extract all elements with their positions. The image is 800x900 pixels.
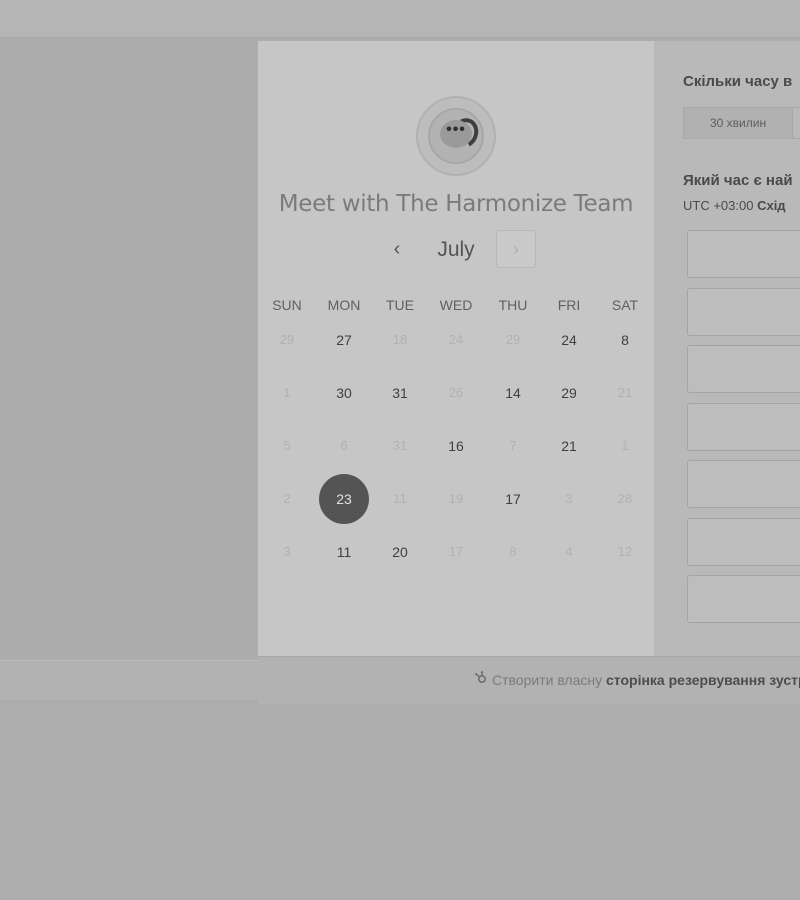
time-slot-button[interactable] bbox=[687, 345, 800, 393]
calendar-day-disabled: 28 bbox=[617, 491, 633, 506]
weekday-thu: THU bbox=[498, 297, 528, 313]
calendar-day-disabled: 5 bbox=[283, 438, 291, 453]
calendar-day-disabled: 6 bbox=[340, 438, 348, 453]
calendar-day-disabled: 29 bbox=[505, 332, 521, 347]
calendar-day-available[interactable]: 14 bbox=[485, 368, 541, 418]
time-slot-button[interactable] bbox=[687, 575, 800, 623]
calendar-day-disabled: 1 bbox=[621, 438, 629, 453]
calendar-day-disabled: 1 bbox=[283, 385, 291, 400]
calendar-day-disabled: 8 bbox=[509, 544, 517, 559]
time-slot-button[interactable] bbox=[687, 517, 800, 566]
prev-month-button[interactable]: ‹ bbox=[384, 229, 410, 269]
background-panel bbox=[0, 40, 258, 660]
weekday-tue: TUE bbox=[386, 297, 414, 313]
calendar-day-available[interactable]: 30 bbox=[316, 368, 372, 418]
duration-question: Скільки часу в bbox=[683, 73, 793, 90]
time-slot-button[interactable] bbox=[687, 287, 800, 336]
chat-bubble-icon: ••• bbox=[440, 120, 472, 148]
time-slot-button[interactable] bbox=[687, 230, 800, 278]
weekday-sun: SUN bbox=[272, 297, 302, 313]
calendar-day-available[interactable]: 11 bbox=[316, 527, 372, 577]
footer-prefix: Створити власну bbox=[492, 672, 603, 688]
weekday-mon: MON bbox=[327, 297, 361, 313]
sprocket-icon bbox=[474, 671, 488, 688]
timezone-label[interactable]: UTC +03:00 Схід bbox=[683, 198, 786, 213]
meeting-title: Meet with The Harmonize Team bbox=[278, 191, 634, 217]
timezone-offset: UTC +03:00 bbox=[683, 198, 754, 213]
calendar-day-disabled: 26 bbox=[448, 385, 464, 400]
calendar-day-disabled: 18 bbox=[392, 332, 408, 347]
weekday-wed: WED bbox=[439, 297, 473, 313]
calendar-day-available[interactable]: 17 bbox=[485, 474, 541, 524]
calendar-day-available[interactable]: 8 bbox=[597, 315, 653, 365]
time-slot-button[interactable] bbox=[687, 402, 800, 451]
calendar-day-available[interactable]: 31 bbox=[372, 368, 428, 418]
calendar-day-disabled: 7 bbox=[509, 438, 517, 453]
top-bar bbox=[0, 0, 800, 38]
calendar-day-available[interactable]: 29 bbox=[541, 368, 597, 418]
calendar-day-disabled: 4 bbox=[565, 544, 573, 559]
meetings-widget: ••• Meet with The Harmonize Team ‹ July … bbox=[258, 41, 800, 704]
calendar-day-available[interactable]: 16 bbox=[428, 421, 484, 471]
weekday-fri: FRI bbox=[557, 297, 581, 313]
day-number: 23 bbox=[336, 491, 352, 507]
background-strip bbox=[0, 660, 258, 700]
footer-link-text[interactable]: сторінка резервування зустр bbox=[606, 672, 800, 688]
calendar-day-available[interactable]: 21 bbox=[541, 421, 597, 471]
duration-option-30[interactable]: 30 хвилин bbox=[683, 107, 793, 139]
calendar-day-disabled: 24 bbox=[448, 332, 464, 347]
calendar-day-disabled: 3 bbox=[565, 491, 573, 506]
calendar-day-disabled: 17 bbox=[448, 544, 464, 559]
calendar-day-disabled: 3 bbox=[283, 544, 291, 559]
next-month-button[interactable]: › bbox=[496, 230, 536, 268]
footer-link[interactable]: Створити власну сторінка резервування зу… bbox=[474, 671, 800, 688]
calendar-day-disabled: 21 bbox=[617, 385, 633, 400]
calendar-day-disabled: 31 bbox=[392, 438, 408, 453]
time-selection-panel: Скільки часу в 30 хвилин Який час є най … bbox=[654, 41, 800, 656]
calendar-day-disabled: 11 bbox=[393, 491, 407, 506]
current-month: July bbox=[437, 238, 475, 261]
calendar-day-disabled: 19 bbox=[448, 491, 464, 506]
footer-bar: Створити власну сторінка резервування зу… bbox=[258, 656, 800, 704]
chat-logo-icon: ••• bbox=[428, 108, 484, 164]
weekday-sat: SAT bbox=[611, 297, 639, 313]
calendar-day-disabled: 2 bbox=[283, 491, 291, 506]
calendar-day-available[interactable]: 24 bbox=[541, 315, 597, 365]
calendar-day-disabled: 29 bbox=[279, 332, 295, 347]
company-avatar: ••• bbox=[416, 96, 496, 176]
duration-option-next[interactable] bbox=[792, 107, 800, 139]
calendar-day-selected[interactable]: 23 bbox=[316, 474, 372, 524]
month-navigation: ‹ July › bbox=[258, 229, 654, 271]
calendar-day-available[interactable]: 27 bbox=[316, 315, 372, 365]
calendar-day-disabled: 12 bbox=[617, 544, 633, 559]
timezone-name: Схід bbox=[757, 198, 786, 213]
calendar-day-available[interactable]: 20 bbox=[372, 527, 428, 577]
time-question: Який час є най bbox=[683, 172, 793, 189]
calendar-card: ••• Meet with The Harmonize Team ‹ July … bbox=[258, 41, 654, 656]
time-slot-button[interactable] bbox=[687, 460, 800, 508]
